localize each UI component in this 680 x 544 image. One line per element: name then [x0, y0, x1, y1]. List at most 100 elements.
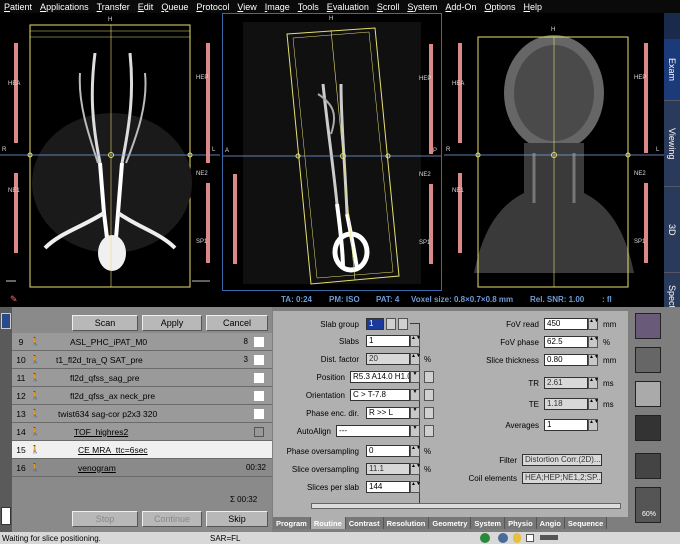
card-tab-routine[interactable]: Routine	[310, 517, 346, 529]
voxel-size: Voxel size: 0.8×0.7×0.8 mm	[411, 294, 514, 304]
person-icon: 🚶	[30, 337, 40, 346]
injector-icon[interactable]	[635, 453, 661, 479]
tr-field[interactable]: 2.61	[544, 377, 588, 389]
slab-group-remove-button[interactable]	[398, 318, 408, 330]
fov-read-field[interactable]: 450	[544, 318, 588, 330]
menu-view[interactable]: View	[233, 2, 260, 12]
skip-button[interactable]: Skip	[206, 511, 268, 527]
queue-row[interactable]: 16 🚶 venogram 00:32	[12, 459, 272, 477]
averages-field[interactable]: 1	[544, 419, 588, 431]
menu-image[interactable]: Image	[261, 2, 294, 12]
card-tab-sequence[interactable]: Sequence	[564, 517, 608, 529]
card-tab-angio[interactable]: Angio	[536, 517, 565, 529]
patient-position-icon[interactable]	[635, 313, 661, 339]
autoalign-label: AutoAlign	[296, 427, 331, 436]
te-spinner[interactable]: ▲▼	[588, 398, 599, 410]
queue-row[interactable]: 12 🚶 fl2d_qfss_ax neck_pre	[12, 387, 272, 405]
card-tab-program[interactable]: Program	[273, 517, 311, 529]
slice-oversampling-spinner[interactable]: ▲▼	[410, 463, 421, 475]
settings-icon[interactable]: ✎	[10, 294, 18, 305]
orientation-more-button[interactable]	[424, 389, 434, 401]
apply-button[interactable]: Apply	[142, 315, 202, 331]
menu-applications[interactable]: Applications	[36, 2, 93, 12]
ecg-monitor-icon[interactable]	[635, 415, 661, 441]
dist-factor-spinner[interactable]: ▲▼	[410, 353, 421, 365]
slab-group-add-button[interactable]	[386, 318, 396, 330]
slice-thickness-spinner[interactable]: ▲▼	[588, 354, 599, 366]
phase-enc-dir-more-button[interactable]	[424, 407, 434, 419]
stop-button[interactable]: Stop	[72, 511, 138, 527]
autoalign-dropdown[interactable]: ▼	[410, 425, 420, 437]
menu-patient[interactable]: Patient	[0, 2, 36, 12]
slice-oversampling-field[interactable]: 11.1	[366, 463, 410, 475]
menu-evaluation[interactable]: Evaluation	[323, 2, 373, 12]
orientation-dropdown[interactable]: ▼	[410, 389, 420, 401]
menu-queue[interactable]: Queue	[157, 2, 192, 12]
cancel-button[interactable]: Cancel	[206, 315, 268, 331]
fov-phase-spinner[interactable]: ▲▼	[588, 336, 599, 348]
fov-phase-field[interactable]: 62.5	[544, 336, 588, 348]
orientation-field[interactable]: C > T-7.8	[350, 389, 410, 401]
phase-enc-dir-dropdown[interactable]: ▼	[410, 407, 420, 419]
coil-bar	[206, 183, 210, 263]
head-icon[interactable]	[635, 347, 661, 373]
menu-transfer[interactable]: Transfer	[93, 2, 134, 12]
pat-factor: PAT: 4	[376, 294, 400, 304]
table-move-icon[interactable]	[635, 381, 661, 407]
menu-scroll[interactable]: Scroll	[373, 2, 404, 12]
menu-protocol[interactable]: Protocol	[192, 2, 233, 12]
menu-add-on[interactable]: Add-On	[441, 2, 480, 12]
tab-viewing[interactable]: Viewing	[664, 101, 680, 187]
card-tab-resolution[interactable]: Resolution	[383, 517, 430, 529]
coil-bar	[206, 43, 210, 163]
filter-field[interactable]: Distortion Corr.(2D)...	[522, 454, 602, 466]
card-tab-physio[interactable]: Physio	[505, 517, 537, 529]
menu-options[interactable]: Options	[480, 2, 519, 12]
slabs-field[interactable]: 1	[366, 335, 410, 347]
card-tab-system[interactable]: System	[471, 517, 506, 529]
tr-spinner[interactable]: ▲▼	[588, 377, 599, 389]
tab-3d[interactable]: 3D	[664, 187, 680, 273]
menu-edit[interactable]: Edit	[134, 2, 158, 12]
edit-pen-icon[interactable]	[1, 313, 11, 329]
acquisition-time: TA: 0:24	[281, 294, 312, 304]
queue-row[interactable]: 9 🚶 ASL_PHC_iPAT_M0 8	[12, 333, 272, 351]
dist-factor-field[interactable]: 20	[366, 353, 410, 365]
phase-oversampling-spinner[interactable]: ▲▼	[410, 445, 421, 457]
slice-oversampling-label: Slice oversampling	[291, 465, 359, 474]
phase-enc-dir-field[interactable]: R >> L	[366, 407, 410, 419]
card-tab-contrast[interactable]: Contrast	[345, 517, 384, 529]
fov-read-spinner[interactable]: ▲▼	[588, 318, 599, 330]
position-dropdown[interactable]: ▼	[410, 371, 420, 383]
slices-per-slab-field[interactable]: 144	[366, 481, 410, 493]
queue-row[interactable]: 13 🚶 twist634 sag-cor p2x3 320	[12, 405, 272, 423]
queue-row[interactable]: 14 🚶 TOF_highres2	[12, 423, 272, 441]
viewport-coronal-mip[interactable]: H HEA NE1 HEP NE2 SP1 R L	[0, 13, 220, 291]
position-more-button[interactable]	[424, 371, 434, 383]
te-field[interactable]: 1.18	[544, 398, 588, 410]
coil-elements-field[interactable]: HEA;HEP;NE1,2;SP...	[522, 472, 602, 484]
menu-help[interactable]: Help	[519, 2, 546, 12]
slabs-spinner[interactable]: ▲▼	[410, 335, 421, 347]
menu-system[interactable]: System	[403, 2, 441, 12]
scan-button[interactable]: Scan	[72, 315, 138, 331]
averages-spinner[interactable]: ▲▼	[588, 419, 599, 431]
queue-row[interactable]: 10 🚶 t1_fl2d_tra_Q SAT_pre 3	[12, 351, 272, 369]
position-field[interactable]: R5.3 A14.0 H1.0	[350, 371, 410, 383]
card-tab-geometry[interactable]: Geometry	[429, 517, 472, 529]
queue-row[interactable]: 11 🚶 fl2d_qfss_sag_pre	[12, 369, 272, 387]
queue-row-active[interactable]: 15 🚶 CE MRA_ttc=6sec	[12, 441, 272, 459]
tab-exam[interactable]: Exam	[664, 39, 680, 101]
images-count: 8	[243, 337, 248, 346]
trash-icon[interactable]	[1, 507, 11, 525]
menu-tools[interactable]: Tools	[294, 2, 323, 12]
autoalign-field[interactable]: ---	[336, 425, 410, 437]
viewport-sagittal-mip[interactable]: H A P HEP NE2 SP1	[222, 13, 442, 291]
continue-button[interactable]: Continue	[142, 511, 202, 527]
phase-oversampling-field[interactable]: 0	[366, 445, 410, 457]
slab-group-select[interactable]: 1	[366, 318, 384, 330]
viewport-coronal-anatomy[interactable]: H HEA NE1 HEP NE2 SP1 R L	[444, 13, 664, 291]
slice-thickness-field[interactable]: 0.80	[544, 354, 588, 366]
autoalign-more-button[interactable]	[424, 425, 434, 437]
slices-per-slab-spinner[interactable]: ▲▼	[410, 481, 421, 493]
